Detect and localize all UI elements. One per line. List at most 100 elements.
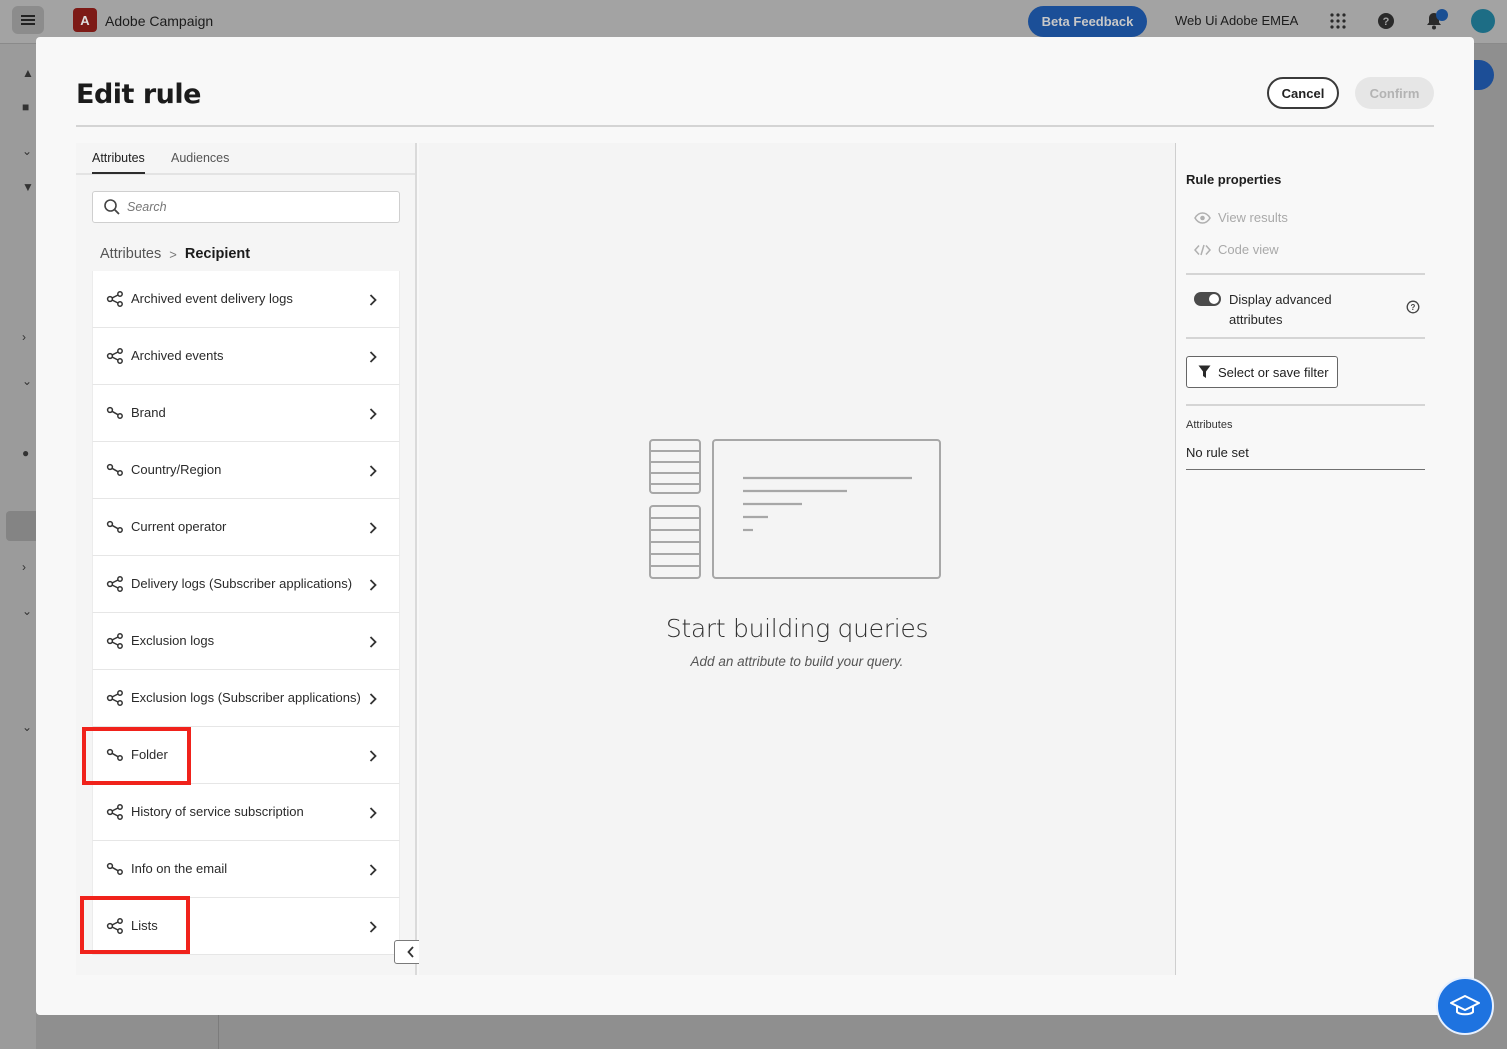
select-or-save-filter-button[interactable]: Select or save filter — [1186, 356, 1338, 388]
breadcrumb-current: Recipient — [184, 246, 251, 262]
campaigns-icon[interactable]: ▼ — [22, 180, 36, 194]
chevron-right-icon[interactable]: › — [22, 560, 36, 574]
chevron-right-icon[interactable] — [369, 749, 377, 762]
attribute-item-label: History of service subscription — [131, 804, 304, 819]
divider — [1186, 469, 1425, 470]
profiles-icon[interactable]: ● — [22, 446, 36, 460]
attribute-item-label: Info on the email — [131, 861, 228, 876]
help-icon[interactable]: ? — [1375, 10, 1397, 32]
attribute-item-label: Exclusion logs (Subscriber applications) — [131, 690, 361, 705]
tab-attributes[interactable]: Attributes — [92, 151, 145, 174]
confirm-button[interactable]: Confirm — [1355, 77, 1434, 109]
background-create-button — [1474, 60, 1494, 90]
hamburger-menu-icon[interactable] — [12, 6, 44, 34]
single-link-icon — [106, 519, 124, 535]
attribute-item-label: Archived events — [131, 348, 224, 363]
rule-properties-panel: Rule properties View results Code view D… — [1175, 143, 1434, 975]
beta-feedback-button[interactable]: Beta Feedback — [1028, 6, 1147, 37]
code-view-link[interactable]: Code view — [1194, 242, 1279, 257]
single-link-icon — [106, 405, 124, 421]
attribute-list-item[interactable]: Country/Region — [92, 442, 400, 499]
view-results-label: View results — [1218, 210, 1288, 225]
help-circle-icon[interactable]: ? — [1406, 300, 1420, 314]
attribute-list-item[interactable]: Brand — [92, 385, 400, 442]
apps-grid-icon[interactable] — [1327, 10, 1349, 32]
attribute-list-item[interactable]: Archived event delivery logs — [92, 271, 400, 328]
attribute-list-item[interactable]: History of service subscription — [92, 784, 400, 841]
view-results-link[interactable]: View results — [1194, 210, 1288, 225]
chevron-down-icon[interactable]: ⌄ — [22, 144, 36, 158]
attribute-list-item[interactable]: Exclusion logs — [92, 613, 400, 670]
explorer-icon[interactable]: ■ — [22, 100, 36, 114]
attribute-list-item[interactable]: Delivery logs (Subscriber applications) — [92, 556, 400, 613]
filter-icon — [1198, 365, 1211, 378]
edit-rule-dialog: Edit rule Cancel Confirm Attributes Audi… — [36, 37, 1474, 1015]
empty-state-illustration-icon — [649, 439, 941, 579]
attribute-list-item[interactable]: Info on the email — [92, 841, 400, 898]
query-canvas: Start building queries Add an attribute … — [419, 143, 1175, 975]
chevron-right-icon[interactable] — [369, 692, 377, 705]
eye-icon — [1194, 211, 1211, 224]
divider — [1186, 337, 1425, 339]
divider — [76, 125, 1434, 127]
chevron-right-icon[interactable] — [369, 635, 377, 648]
cancel-button[interactable]: Cancel — [1267, 77, 1339, 109]
multi-link-icon — [106, 804, 124, 820]
multi-link-icon — [106, 633, 124, 649]
chevron-right-icon[interactable] — [369, 863, 377, 876]
app-title: Adobe Campaign — [105, 13, 214, 29]
empty-state-title: Start building queries — [665, 614, 929, 643]
breadcrumb-separator: > — [169, 246, 177, 262]
single-link-icon — [106, 462, 124, 478]
attribute-item-label: Exclusion logs — [131, 633, 215, 648]
attribute-list-item[interactable]: Archived events — [92, 328, 400, 385]
empty-state-subtitle: Add an attribute to build your query. — [690, 654, 904, 669]
highlight-box-lists — [80, 896, 190, 954]
attribute-item-label: Brand — [131, 405, 166, 420]
search-input[interactable] — [127, 192, 387, 222]
picker-tabs: Attributes Audiences — [76, 143, 415, 175]
attribute-picker-panel: Attributes Audiences Attributes > Recipi… — [76, 143, 417, 975]
chevron-right-icon[interactable]: › — [22, 330, 36, 344]
home-icon[interactable]: ▲ — [22, 66, 36, 80]
breadcrumb: Attributes > Recipient — [100, 246, 250, 262]
chevron-right-icon[interactable] — [369, 464, 377, 477]
attribute-list-item[interactable]: Exclusion logs (Subscriber applications) — [92, 670, 400, 727]
multi-link-icon — [106, 348, 124, 364]
chevron-down-icon[interactable]: ⌄ — [22, 604, 36, 618]
chevron-right-icon[interactable] — [369, 806, 377, 819]
attribute-item-label: Current operator — [131, 519, 227, 534]
multi-link-icon — [106, 690, 124, 706]
svg-text:?: ? — [1411, 303, 1416, 312]
chevron-right-icon[interactable] — [369, 578, 377, 591]
sidebar-selected-item[interactable] — [6, 511, 36, 541]
adobe-logo-icon: A — [73, 8, 97, 32]
user-avatar[interactable] — [1471, 9, 1495, 33]
attribute-item-label: Country/Region — [131, 462, 222, 477]
chevron-right-icon[interactable] — [369, 521, 377, 534]
attribute-list-item[interactable]: Current operator — [92, 499, 400, 556]
svg-text:?: ? — [1383, 16, 1390, 28]
dialog-title: Edit rule — [76, 79, 201, 110]
attribute-item-label: Delivery logs (Subscriber applications) — [131, 576, 353, 591]
chevron-down-icon[interactable]: ⌄ — [22, 374, 36, 388]
advanced-attributes-toggle[interactable] — [1194, 292, 1221, 306]
chevron-right-icon[interactable] — [369, 350, 377, 363]
search-field[interactable] — [92, 191, 400, 223]
attribute-list: Archived event delivery logs Archived eve… — [92, 271, 400, 955]
divider — [1186, 404, 1425, 406]
rule-properties-title: Rule properties — [1186, 172, 1282, 187]
chevron-right-icon[interactable] — [369, 293, 377, 306]
chevron-right-icon[interactable] — [369, 407, 377, 420]
org-switcher[interactable]: Web Ui Adobe EMEA — [1175, 13, 1298, 28]
learn-help-button[interactable] — [1436, 977, 1494, 1035]
highlight-box-folder — [82, 727, 191, 785]
divider — [218, 1015, 219, 1049]
chevron-left-icon — [407, 946, 414, 958]
sidebar — [0, 44, 36, 1049]
tab-audiences[interactable]: Audiences — [171, 151, 229, 172]
chevron-down-icon[interactable]: ⌄ — [22, 720, 36, 734]
advanced-attributes-label: Display advanced attributes — [1229, 292, 1332, 327]
breadcrumb-root[interactable]: Attributes — [100, 246, 161, 262]
chevron-right-icon[interactable] — [369, 920, 377, 933]
